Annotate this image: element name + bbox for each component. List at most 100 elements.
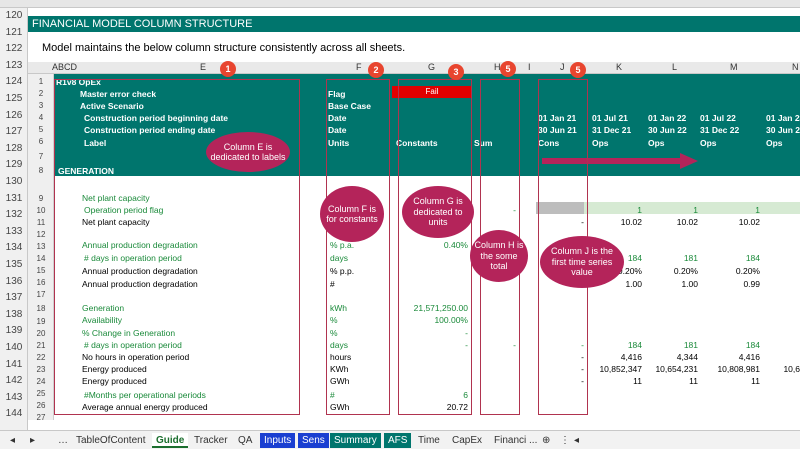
cell-k[interactable]: 4,416 xyxy=(590,352,642,362)
inner-row-number: 1 xyxy=(38,77,44,86)
inner-row-number: 8 xyxy=(38,166,44,175)
scroll-tabs-left-icon[interactable]: ◂ xyxy=(6,433,19,448)
cell-l[interactable]: 1 xyxy=(646,205,698,215)
cell-l[interactable]: 11 xyxy=(646,376,698,386)
cell-m[interactable]: 10,808,981 xyxy=(702,364,760,374)
inner-row-gutter: 1 2 3 4 5 6 7 8 9 10 11 12 13 14 15 16 17 18 19 20 21 22 23 24 2… xyxy=(28,74,54,422)
cell-m[interactable]: 1 xyxy=(702,205,760,215)
col-n: N xyxy=(792,62,799,72)
n-label: Ops xyxy=(766,138,783,148)
l-begin: 01 Jan 22 xyxy=(648,113,687,123)
callout-column-e: Column E is dedicated to labels xyxy=(206,132,290,172)
badge-5b: 5 xyxy=(570,62,586,78)
inner-row-number: 4 xyxy=(38,113,44,122)
tab-guide[interactable]: Guide xyxy=(152,433,189,448)
row-number-gutter: 120 121 122 123 124 125 126 127 128 129 130 131 132 1… xyxy=(0,8,28,430)
l-label: Ops xyxy=(648,138,665,148)
m-begin: 01 Jul 22 xyxy=(700,113,736,123)
column-g-highlight xyxy=(398,79,472,415)
row-number[interactable]: 129 xyxy=(0,158,28,172)
inner-row-number: 11 xyxy=(36,218,46,227)
row-number[interactable]: 137 xyxy=(0,291,28,305)
cell-m[interactable]: 11 xyxy=(702,376,760,386)
inner-row-number: 22 xyxy=(36,353,46,362)
cell-k[interactable]: 1 xyxy=(590,205,642,215)
inner-row-number: 16 xyxy=(36,278,46,287)
row-number[interactable]: 139 xyxy=(0,324,28,338)
tab-summary[interactable]: Summary xyxy=(330,433,381,448)
row-number[interactable]: 131 xyxy=(0,192,28,206)
inner-row-number: 7 xyxy=(38,152,44,161)
cell-m[interactable]: 184 xyxy=(702,340,760,350)
badge-2: 2 xyxy=(368,62,384,78)
add-sheet-icon[interactable]: ⊕ xyxy=(538,433,554,448)
tab-capex[interactable]: CapEx xyxy=(448,433,486,448)
badge-3: 3 xyxy=(448,64,464,80)
tab-inputs[interactable]: Inputs xyxy=(260,433,296,448)
row-number[interactable]: 123 xyxy=(0,59,28,73)
row-number[interactable]: 132 xyxy=(0,208,28,222)
row-number[interactable]: 135 xyxy=(0,258,28,272)
inner-row-number: 19 xyxy=(36,317,46,326)
row-number[interactable]: 127 xyxy=(0,125,28,139)
cell-k[interactable]: 10.02 xyxy=(590,217,642,227)
cell-l[interactable]: 181 xyxy=(646,253,698,263)
cell-k[interactable]: 184 xyxy=(590,340,642,350)
row-number[interactable]: 142 xyxy=(0,374,28,388)
row-number[interactable]: 125 xyxy=(0,92,28,106)
tab-afs[interactable]: AFS xyxy=(384,433,412,448)
row-number[interactable]: 133 xyxy=(0,225,28,239)
cell-l[interactable]: 10.02 xyxy=(646,217,698,227)
row-number[interactable]: 138 xyxy=(0,308,28,322)
cell-l[interactable]: 10,654,231 xyxy=(646,364,698,374)
scroll-tabs-right-icon[interactable]: ▸ xyxy=(26,433,39,448)
cell-l[interactable]: 0.20% xyxy=(646,266,698,276)
arrow-head xyxy=(680,153,698,169)
cell-l[interactable]: 181 xyxy=(646,340,698,350)
tab-ellipsis[interactable]: … xyxy=(54,433,72,448)
cell-m[interactable]: 0.20% xyxy=(702,266,760,276)
row-number[interactable]: 120 xyxy=(0,9,28,23)
col-j: J xyxy=(560,62,565,72)
row-number[interactable]: 126 xyxy=(0,109,28,123)
row-number[interactable]: 144 xyxy=(0,407,28,421)
row-number[interactable]: 136 xyxy=(0,275,28,289)
row-number[interactable]: 140 xyxy=(0,341,28,355)
cell-k[interactable]: 11 xyxy=(590,376,642,386)
tab-financing[interactable]: Financi ... xyxy=(490,433,541,448)
inner-column-header: ABCD E F G H I J K L M N xyxy=(28,62,800,74)
cell-m[interactable]: 10.02 xyxy=(702,217,760,227)
row-number[interactable]: 134 xyxy=(0,241,28,255)
col-f: F xyxy=(356,62,362,72)
cell-m[interactable]: 4,416 xyxy=(702,352,760,362)
badge-5a: 5 xyxy=(500,61,516,77)
row-number[interactable]: 141 xyxy=(0,358,28,372)
horizontal-scroll-left-icon[interactable]: ◂ xyxy=(570,433,583,448)
row-number[interactable]: 128 xyxy=(0,142,28,156)
l-end: 30 Jun 22 xyxy=(648,125,687,135)
inner-row-number: 23 xyxy=(36,365,46,374)
row-number[interactable]: 122 xyxy=(0,42,28,56)
row-number[interactable]: 124 xyxy=(0,75,28,89)
row-number[interactable]: 130 xyxy=(0,175,28,189)
row-number[interactable]: 121 xyxy=(0,26,28,40)
col-k: K xyxy=(616,62,623,72)
row-number[interactable]: 143 xyxy=(0,391,28,405)
tab-tracker[interactable]: Tracker xyxy=(190,433,232,448)
cell-m[interactable]: 184 xyxy=(702,253,760,263)
cell-k[interactable]: 10,852,347 xyxy=(590,364,642,374)
cell-l[interactable]: 1.00 xyxy=(646,279,698,289)
tab-time[interactable]: Time xyxy=(414,433,444,448)
tab-sens[interactable]: Sens xyxy=(298,433,329,448)
col-l: L xyxy=(672,62,678,72)
inner-row-number: 24 xyxy=(36,377,46,386)
cell-n[interactable]: 10,6 xyxy=(772,364,800,374)
cell-m[interactable]: 0.99 xyxy=(702,279,760,289)
inner-row-number: 17 xyxy=(36,290,46,299)
inner-row-number: 13 xyxy=(36,242,46,251)
inner-row-number: 5 xyxy=(38,125,44,134)
m-end: 31 Dec 22 xyxy=(700,125,740,135)
tab-qa[interactable]: QA xyxy=(234,433,256,448)
tab-tableofcontent[interactable]: TableOfContent xyxy=(72,433,150,448)
cell-l[interactable]: 4,344 xyxy=(646,352,698,362)
